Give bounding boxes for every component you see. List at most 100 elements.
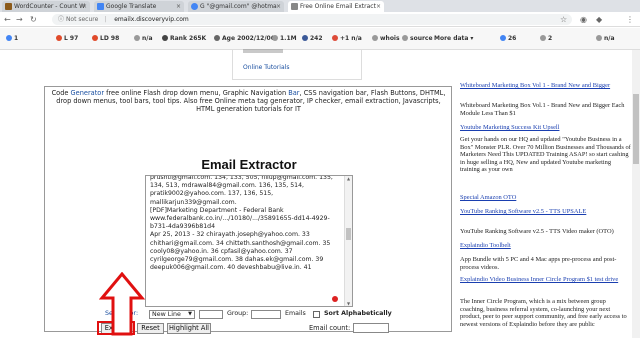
tab-label: WordCounter - Count W: [14, 3, 86, 10]
seo-whois[interactable]: whois: [372, 34, 400, 44]
tab-wordcounter[interactable]: WordCounter - Count W ×: [2, 1, 90, 12]
seo-toolbar: 1 L 97 LD 98 n/a Rank 265K Age 2002/12/0…: [0, 28, 640, 50]
group-input[interactable]: [251, 310, 281, 319]
seo-value: Rank 265K: [170, 35, 207, 42]
seo-value: 1.1M: [280, 35, 297, 42]
scroll-down-icon[interactable]: ▼: [345, 301, 352, 306]
sponsored-links-panel: Whiteboard Marketing Box Vol 1 - Brand N…: [460, 82, 636, 338]
tab-label: G "@gmail.com" @hotma: [200, 3, 277, 10]
scroll-up-icon[interactable]: ▲: [345, 176, 352, 181]
seo-value: 26: [508, 35, 517, 42]
ad-text: Get your hands on our HQ and updated "Yo…: [460, 136, 631, 174]
bar-link[interactable]: Bar: [288, 89, 299, 97]
page-scrollbar[interactable]: [632, 50, 640, 338]
info-icon[interactable]: ⓘ: [58, 16, 64, 23]
seo-value: Age 2002/12/06: [222, 35, 275, 42]
google-favicon-icon: [191, 3, 198, 10]
seo-extra[interactable]: 2: [540, 34, 552, 44]
back-icon[interactable]: ←: [4, 14, 11, 25]
textarea-scrollbar[interactable]: ▲ ▼: [344, 176, 352, 306]
chevron-down-icon: ▼: [188, 311, 192, 317]
page-favicon-icon: [291, 3, 298, 10]
whois-icon: [372, 35, 378, 41]
separator-select[interactable]: New Line ▼: [149, 310, 195, 319]
sort-alphabetically-label: Sort Alphabetically: [324, 310, 392, 317]
tab-label: Free Online Email Extract: [300, 3, 376, 10]
seo-value: 242: [310, 35, 323, 42]
seo-source[interactable]: source: [402, 34, 433, 44]
seo-value: n/a: [604, 35, 615, 42]
annotation-arrow-icon: [99, 272, 145, 336]
forward-icon[interactable]: →: [16, 14, 23, 25]
page-title: Email Extractor: [201, 157, 297, 172]
sort-alphabetically-checkbox[interactable]: [313, 311, 320, 318]
dropdown-item-online-tutorials[interactable]: Online Tutorials: [243, 64, 289, 71]
close-icon[interactable]: ×: [276, 1, 281, 12]
spellcheck-badge-icon: [332, 296, 338, 302]
seo-google-plus[interactable]: +1 n/a: [332, 34, 362, 44]
seo-more-data[interactable]: More data ▾: [434, 34, 473, 44]
seo-links[interactable]: L 97: [56, 34, 78, 44]
email-count-input[interactable]: [353, 323, 389, 333]
url-field[interactable]: ⓘ Not secure | emailx.discoveryvip.com: [52, 14, 572, 25]
generator-link[interactable]: Generator: [71, 89, 104, 97]
seo-value: 2: [548, 35, 553, 42]
seo-google-index[interactable]: 1: [6, 34, 18, 44]
seo-visits[interactable]: 1.1M: [272, 34, 297, 44]
google-plus-icon: [332, 35, 338, 41]
email-count-label: Email count:: [309, 324, 351, 332]
highlight-all-button[interactable]: Highlight All: [167, 323, 211, 334]
globe-icon: [596, 35, 602, 41]
seo-alexa-rank[interactable]: Rank 265K: [162, 34, 206, 44]
seo-domain-age[interactable]: Age 2002/12/06: [214, 34, 275, 44]
tab-google-translate[interactable]: Google Translate ×: [94, 1, 184, 12]
seo-value: n/a: [142, 35, 153, 42]
ad-link[interactable]: Youtube Marketing Success Kit Upsell: [460, 124, 632, 132]
ad-text: The Inner Circle Program, which is a mix…: [460, 298, 627, 328]
seo-value: source: [410, 35, 433, 42]
scrollbar-thumb[interactable]: [346, 228, 351, 240]
ad-text: App Bundle with 5 PC and 4 Mac apps pre-…: [460, 256, 617, 271]
source-icon: [402, 35, 408, 41]
wordcounter-favicon-icon: [5, 3, 12, 10]
separator-custom-input[interactable]: [199, 310, 223, 319]
group-label: Group:: [227, 310, 249, 317]
ad-text: YouTube Ranking Software v2.5 - TTS Vide…: [460, 228, 614, 235]
seo-value: L 97: [64, 35, 79, 42]
close-icon[interactable]: ×: [376, 1, 381, 12]
seo-rank-tracker[interactable]: 26: [500, 34, 516, 44]
close-icon[interactable]: ×: [82, 1, 87, 12]
email-source-textarea[interactable]: prushti@gmail.com. 134, 133, 505, nilup@…: [145, 175, 353, 307]
facebook-icon: [302, 35, 308, 41]
seo-bing-index[interactable]: n/a: [134, 34, 153, 44]
ad-link[interactable]: Explaindio Toolbelt: [460, 242, 632, 250]
ad-link[interactable]: Special Amazon OTO: [460, 194, 632, 202]
bing-icon: [134, 35, 140, 41]
ad-link[interactable]: YouTube Ranking Software v2.5 - TTS UPSA…: [460, 208, 632, 216]
reload-icon[interactable]: ↻: [30, 14, 37, 25]
alexa-icon: [162, 35, 168, 41]
ad-link[interactable]: Whiteboard Marketing Box Vol 1 - Brand N…: [460, 82, 632, 90]
description-text: free online Flash drop down menu, Graphi…: [104, 89, 289, 97]
url-divider: |: [104, 16, 107, 23]
url-text: emailx.discoveryvip.com: [114, 16, 189, 23]
links-icon: [56, 35, 62, 41]
seo-linking-domains[interactable]: LD 98: [92, 34, 119, 44]
close-icon[interactable]: ×: [176, 1, 181, 12]
menu-icon[interactable]: ⋮: [626, 14, 634, 25]
new-tab-button[interactable]: [388, 1, 402, 12]
page-scrollbar-thumb[interactable]: [633, 94, 639, 164]
seo-value: whois: [380, 35, 400, 42]
extension-icon[interactable]: ◆: [596, 14, 602, 25]
site-description: Code Generator free online Flash drop do…: [51, 89, 446, 114]
tab-email-extractor[interactable]: Free Online Email Extract ×: [288, 1, 384, 12]
description-text: Code: [51, 89, 71, 97]
bookmark-star-icon[interactable]: ☆: [560, 14, 567, 25]
seo-facebook-likes[interactable]: 242: [302, 34, 323, 44]
extension-icon[interactable]: ◉: [580, 14, 587, 25]
domains-icon: [92, 35, 98, 41]
seo-extra-2[interactable]: n/a: [596, 34, 615, 44]
tab-google-search[interactable]: G "@gmail.com" @hotma ×: [188, 1, 284, 12]
rss-icon: [540, 35, 546, 41]
ad-link[interactable]: Explaindio Video Business Inner Circle P…: [460, 276, 632, 284]
